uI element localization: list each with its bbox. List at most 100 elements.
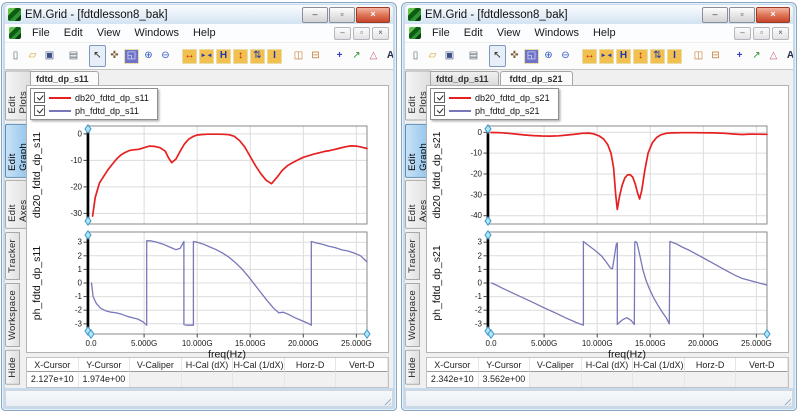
menu-help[interactable]: Help: [586, 26, 623, 40]
print-button[interactable]: ▤: [65, 45, 82, 67]
legend-checkbox[interactable]: [434, 92, 445, 103]
mdi-minimize-button[interactable]: –: [334, 27, 351, 40]
zoom-out-button[interactable]: ⊖: [157, 45, 174, 67]
minimize-button[interactable]: –: [702, 7, 728, 23]
cursor-value: [582, 372, 634, 387]
menu-view[interactable]: View: [490, 26, 528, 40]
zoom-in-button[interactable]: ⊕: [540, 45, 557, 67]
zoom-full-button[interactable]: ◱: [523, 45, 540, 67]
sidebar-item-tracker[interactable]: Tracker: [405, 232, 420, 280]
shrink-y-axis-button[interactable]: ⇅: [649, 45, 666, 67]
tab-fdtd_dp_s11[interactable]: fdtd_dp_s11: [26, 71, 99, 85]
tab-fdtd_dp_s21[interactable]: fdtd_dp_s21: [500, 71, 573, 85]
mdi-close-button[interactable]: ×: [772, 27, 789, 40]
menu-bar: FileEditViewWindowsHelp – ▫ ×: [405, 24, 793, 42]
mdi-restore-button[interactable]: ▫: [753, 27, 770, 40]
expand-x-axis-button[interactable]: ↔: [181, 45, 198, 67]
delta-caliper-button[interactable]: △: [765, 45, 782, 67]
svg-text:freq(Hz): freq(Hz): [208, 349, 246, 361]
select-pointer-button[interactable]: ↖: [89, 45, 106, 67]
axes-tracker-button[interactable]: ↗: [348, 45, 365, 67]
expand-x-axis-button[interactable]: ↔: [581, 45, 598, 67]
expand-y-axis-button[interactable]: ↕: [232, 45, 249, 67]
close-button[interactable]: ×: [756, 7, 790, 23]
pan-hand-button[interactable]: ✜: [506, 45, 523, 67]
resize-grip-icon[interactable]: [782, 396, 791, 405]
delta-caliper-button[interactable]: △: [365, 45, 382, 67]
save-file-button[interactable]: ▣: [441, 45, 458, 67]
fit-y-axis-button[interactable]: I: [666, 45, 683, 67]
axes-tracker-button[interactable]: ↗: [748, 45, 765, 67]
pan-hand-icon: ✜: [508, 50, 521, 63]
pan-hand-button[interactable]: ✜: [106, 45, 123, 67]
menu-windows[interactable]: Windows: [527, 26, 586, 40]
menu-windows[interactable]: Windows: [127, 26, 186, 40]
cross-cursor-button[interactable]: +: [731, 45, 748, 67]
split-rows-button[interactable]: ⊟: [307, 45, 324, 67]
maximize-button[interactable]: ▫: [729, 7, 755, 23]
sidebar-item-workspace[interactable]: Workspace: [405, 283, 420, 347]
legend: db20_fdtd_dp_s21ph_fdtd_dp_s21: [430, 88, 559, 120]
menu-edit[interactable]: Edit: [57, 26, 90, 40]
sidebar-item-tracker[interactable]: Tracker: [5, 232, 20, 280]
svg-text:5.000G: 5.000G: [531, 339, 557, 348]
legend-checkbox[interactable]: [34, 92, 45, 103]
svg-text:-1: -1: [475, 292, 483, 301]
zoom-in-button[interactable]: ⊕: [140, 45, 157, 67]
sidebar-item-workspace[interactable]: Workspace: [5, 283, 20, 347]
split-rows-button[interactable]: ⊟: [707, 45, 724, 67]
minimize-button[interactable]: –: [302, 7, 328, 23]
legend: db20_fdtd_dp_s11ph_fdtd_dp_s11: [30, 88, 158, 120]
maximize-button[interactable]: ▫: [329, 7, 355, 23]
menu-file[interactable]: File: [425, 26, 457, 40]
shrink-x-axis-button[interactable]: ►◄: [598, 45, 615, 67]
fit-x-axis-button[interactable]: H: [215, 45, 232, 67]
fit-y-axis-icon: I: [267, 49, 282, 64]
zoom-full-button[interactable]: ◱: [123, 45, 140, 67]
chart[interactable]: 0-10-20-30-40db20_fdtd_dp_s213210-1-2-3p…: [427, 86, 791, 364]
fit-x-axis-button[interactable]: H: [615, 45, 632, 67]
svg-text:3: 3: [78, 238, 83, 247]
sidebar-item-hide[interactable]: Hide: [405, 350, 420, 385]
cross-cursor-button[interactable]: +: [331, 45, 348, 67]
cursor-value: [285, 372, 337, 387]
zoom-out-button[interactable]: ⊖: [557, 45, 574, 67]
split-columns-button[interactable]: ◫: [290, 45, 307, 67]
menu-file[interactable]: File: [25, 26, 57, 40]
open-file-button[interactable]: ▱: [24, 45, 41, 67]
text-annotation-button[interactable]: A: [782, 45, 793, 67]
menu-view[interactable]: View: [90, 26, 128, 40]
shrink-y-axis-button[interactable]: ⇅: [249, 45, 266, 67]
tab-fdtd_dp_s11[interactable]: fdtd_dp_s11: [426, 71, 499, 85]
text-annotation-button[interactable]: A: [382, 45, 393, 67]
fit-y-axis-button[interactable]: I: [266, 45, 283, 67]
zoom-out-icon: ⊖: [559, 50, 572, 63]
open-file-button[interactable]: ▱: [424, 45, 441, 67]
app-logo-icon: [8, 8, 21, 21]
select-pointer-button[interactable]: ↖: [489, 45, 506, 67]
chart[interactable]: 0-10-20-30db20_fdtd_dp_s113210-1-2-3ph_f…: [27, 86, 391, 364]
sidebar-tabs: Edit PlotsEdit GraphEdit AxesTrackerWork…: [405, 70, 425, 388]
save-file-button[interactable]: ▣: [41, 45, 58, 67]
menu-edit[interactable]: Edit: [457, 26, 490, 40]
svg-text:15.000G: 15.000G: [235, 339, 266, 348]
title-bar[interactable]: EM.Grid - [fdtdlesson8_bak] – ▫ ×: [5, 5, 393, 24]
shrink-x-axis-button[interactable]: ►◄: [198, 45, 215, 67]
expand-y-axis-button[interactable]: ↕: [632, 45, 649, 67]
close-button[interactable]: ×: [356, 7, 390, 23]
new-file-button[interactable]: ▯: [407, 45, 424, 67]
menu-help[interactable]: Help: [186, 26, 223, 40]
shrink-y-axis-icon: ⇅: [250, 49, 265, 64]
resize-grip-icon[interactable]: [382, 396, 391, 405]
new-file-button[interactable]: ▯: [7, 45, 24, 67]
legend-checkbox[interactable]: [34, 105, 45, 116]
mdi-minimize-button[interactable]: –: [734, 27, 751, 40]
legend-checkbox[interactable]: [434, 105, 445, 116]
title-bar[interactable]: EM.Grid - [fdtdlesson8_bak] – ▫ ×: [405, 5, 793, 24]
expand-y-axis-icon: ↕: [633, 49, 648, 64]
print-button[interactable]: ▤: [465, 45, 482, 67]
split-columns-button[interactable]: ◫: [690, 45, 707, 67]
sidebar-item-hide[interactable]: Hide: [5, 350, 20, 385]
mdi-restore-button[interactable]: ▫: [353, 27, 370, 40]
mdi-close-button[interactable]: ×: [372, 27, 389, 40]
